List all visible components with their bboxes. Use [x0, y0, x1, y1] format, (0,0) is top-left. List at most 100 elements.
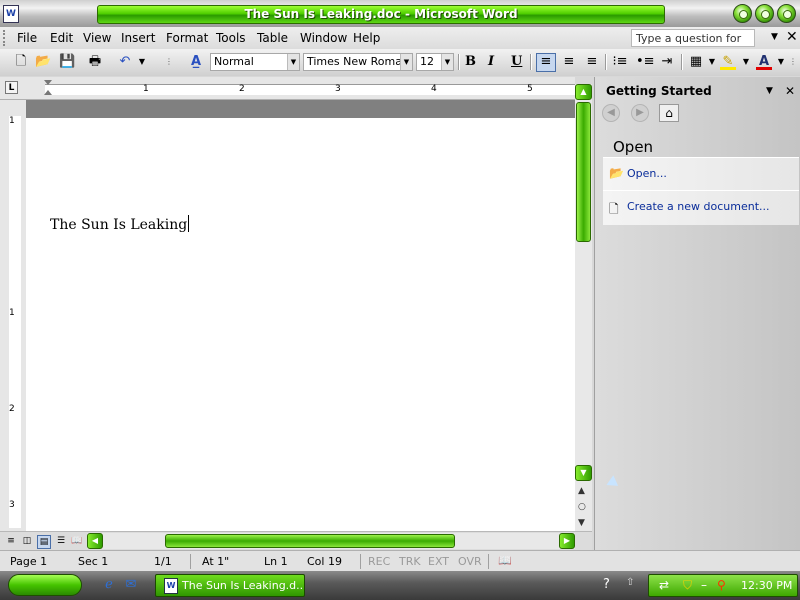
- undo-icon[interactable]: ↶: [117, 54, 133, 70]
- highlight-icon[interactable]: ✎: [720, 54, 736, 70]
- outlook-express-icon[interactable]: ✉: [123, 577, 139, 593]
- maximize-button[interactable]: [755, 4, 774, 23]
- toolbar-options-icon[interactable]: ⋮: [788, 54, 798, 70]
- first-line-indent-marker[interactable]: [44, 80, 52, 85]
- horizontal-scroll-thumb[interactable]: [165, 534, 455, 548]
- select-browse-object-icon[interactable]: ○: [578, 502, 586, 512]
- create-new-document-link[interactable]: Create a new document...: [627, 200, 770, 213]
- indent-icon[interactable]: ⇥: [659, 54, 675, 70]
- style-dropdown-icon[interactable]: ▼: [287, 54, 299, 70]
- font-size-value: 12: [420, 55, 434, 68]
- scroll-left-button[interactable]: ◀: [87, 533, 103, 549]
- menu-insert[interactable]: Insert: [121, 31, 155, 45]
- menu-help[interactable]: Help: [353, 31, 380, 45]
- align-left-icon[interactable]: ≡: [536, 53, 556, 72]
- reading-layout-view-icon[interactable]: 📖: [71, 535, 83, 547]
- font-size-select[interactable]: 12 ▼: [416, 53, 454, 71]
- outline-view-icon[interactable]: ☰: [55, 535, 67, 547]
- menu-table[interactable]: Table: [257, 31, 288, 45]
- web-layout-view-icon[interactable]: ◫: [21, 535, 33, 547]
- title-bar[interactable]: W The Sun Is Leaking.doc - Microsoft Wor…: [0, 0, 800, 27]
- open-folder-icon[interactable]: 📂: [35, 54, 51, 70]
- hanging-indent-marker[interactable]: [44, 90, 52, 95]
- highlight-dropdown-icon[interactable]: ▼: [738, 54, 754, 70]
- scroll-right-button[interactable]: ▶: [559, 533, 575, 549]
- task-pane-forward-icon[interactable]: ▶: [631, 104, 649, 122]
- horizontal-scrollbar[interactable]: ◀ ▶: [87, 533, 575, 549]
- style-select[interactable]: Normal ▼: [210, 53, 300, 71]
- font-color-icon[interactable]: A: [756, 54, 772, 70]
- next-page-icon[interactable]: ▼: [578, 518, 585, 528]
- status-ovr[interactable]: OVR: [458, 555, 482, 568]
- security-shield-icon[interactable]: ⛉: [683, 578, 692, 593]
- task-pane-home-icon[interactable]: ⌂: [659, 104, 679, 122]
- horizontal-ruler[interactable]: L 1 2 3 4 5: [0, 77, 577, 100]
- align-center-icon[interactable]: ≡: [561, 54, 577, 70]
- print-icon[interactable]: 🖶: [87, 54, 103, 70]
- status-ext[interactable]: EXT: [428, 555, 449, 568]
- italic-button[interactable]: I: [488, 54, 494, 69]
- menu-format[interactable]: Format: [166, 31, 208, 45]
- vertical-scrollbar[interactable]: ▲ ▼ ▲ ○ ▼: [575, 84, 592, 531]
- normal-view-icon[interactable]: ≡: [5, 535, 17, 547]
- undo-dropdown-icon[interactable]: ▼: [134, 54, 150, 70]
- menu-tools[interactable]: Tools: [216, 31, 246, 45]
- toolbar-options-icon[interactable]: ⋮: [164, 54, 174, 70]
- new-document-icon[interactable]: 🗋: [13, 54, 29, 70]
- menu-file[interactable]: File: [17, 31, 37, 45]
- document-close-icon[interactable]: ✕: [786, 29, 798, 45]
- word-app-icon[interactable]: W: [3, 5, 19, 23]
- status-trk[interactable]: TRK: [399, 555, 421, 568]
- align-right-icon[interactable]: ≡: [584, 54, 600, 70]
- underline-button[interactable]: U: [511, 54, 522, 69]
- taskbar-word-button[interactable]: W The Sun Is Leaking.d...: [155, 574, 305, 597]
- font-select[interactable]: Times New Roman ▼: [303, 53, 413, 71]
- numbering-icon[interactable]: ⁝≡: [612, 54, 628, 70]
- minimize-button[interactable]: [733, 4, 752, 23]
- spelling-status-icon[interactable]: 📖: [498, 554, 512, 567]
- document-page[interactable]: The Sun Is Leaking: [26, 118, 575, 531]
- menu-window[interactable]: Window: [300, 31, 347, 45]
- search-icon[interactable]: ⚲: [717, 578, 726, 592]
- previous-page-icon[interactable]: ▲: [578, 486, 585, 496]
- task-pane-menu-icon[interactable]: ▼: [766, 86, 773, 96]
- task-pane-title[interactable]: Getting Started: [606, 84, 712, 98]
- open-link[interactable]: Open...: [627, 167, 667, 180]
- font-dropdown-icon[interactable]: ▼: [400, 54, 412, 70]
- help-search-input[interactable]: Type a question for help: [631, 29, 755, 63]
- borders-dropdown-icon[interactable]: ▼: [704, 54, 720, 70]
- tab-selector-button[interactable]: L: [5, 81, 18, 94]
- borders-icon[interactable]: ▦: [688, 54, 704, 70]
- bold-button[interactable]: B: [465, 54, 476, 69]
- ruler-scale[interactable]: 1 2 3 4 5: [45, 84, 577, 95]
- tray-dash-icon[interactable]: –: [701, 578, 707, 592]
- help-dropdown-icon[interactable]: ▼: [771, 32, 778, 42]
- print-layout-view-icon[interactable]: ▤: [37, 535, 51, 549]
- tray-expand-icon[interactable]: ⇧: [626, 577, 634, 588]
- menu-grip[interactable]: [3, 30, 9, 46]
- document-area: The Sun Is Leaking: [26, 100, 575, 531]
- save-icon[interactable]: 💾: [59, 54, 75, 70]
- styles-and-formatting-icon[interactable]: A̲: [188, 54, 204, 70]
- menu-edit[interactable]: Edit: [50, 31, 73, 45]
- help-icon[interactable]: ?: [603, 577, 610, 592]
- start-button[interactable]: [8, 574, 82, 596]
- bullets-icon[interactable]: •≡: [636, 54, 655, 70]
- mouse-cursor: [606, 475, 622, 491]
- vertical-scroll-thumb[interactable]: [576, 102, 591, 242]
- scroll-down-button[interactable]: ▼: [575, 465, 592, 481]
- vertical-ruler[interactable]: 1 1 2 3: [0, 100, 26, 531]
- font-size-dropdown-icon[interactable]: ▼: [441, 54, 453, 70]
- network-icon[interactable]: ⇄: [659, 578, 669, 592]
- vruler-number: 2: [9, 404, 15, 414]
- task-pane-back-icon[interactable]: ◀: [602, 104, 620, 122]
- status-rec[interactable]: REC: [368, 555, 390, 568]
- font-color-dropdown-icon[interactable]: ▼: [773, 54, 789, 70]
- taskbar-clock[interactable]: 12:30 PM: [741, 575, 792, 596]
- close-button[interactable]: [777, 4, 796, 23]
- document-text-line[interactable]: The Sun Is Leaking: [50, 215, 190, 233]
- scroll-up-button[interactable]: ▲: [575, 84, 592, 100]
- menu-view[interactable]: View: [83, 31, 111, 45]
- task-pane-close-icon[interactable]: ✕: [785, 84, 795, 98]
- internet-explorer-icon[interactable]: ℯ: [101, 577, 117, 593]
